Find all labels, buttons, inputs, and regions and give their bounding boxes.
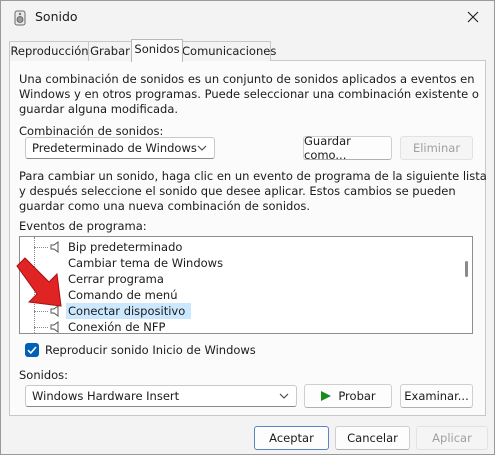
list-item[interactable]: Cerrar programa [20,271,450,287]
intro-line-1: Una combinación de sonidos es un conjunt… [19,72,475,86]
list-item-label: Bip predeterminado [68,240,183,254]
sound-select[interactable]: Windows Hardware Insert [25,385,297,407]
sounds-label: Sonidos: [19,368,69,382]
list-item[interactable]: Bip predeterminado [20,239,450,255]
speaker-icon [14,10,26,26]
list-item[interactable]: Comando de menú [20,287,450,303]
annotation-arrow-icon [16,257,62,307]
list-item-label: Cerrar programa [68,272,164,286]
chevron-down-icon [279,393,289,399]
list-scrollbar[interactable] [465,261,468,277]
play-icon [321,391,332,401]
apply-button[interactable]: Aplicar [416,426,488,450]
list-item-label: Comando de menú [68,288,178,302]
scheme-select-value: Predeterminado de Windows [32,141,197,155]
test-button-label: Probar [338,389,376,403]
speaker-icon [50,241,59,253]
close-icon [467,11,479,23]
change-line-3: guardar como una nueva combinación de so… [19,199,310,213]
change-line-1: Para cambiar un sonido, haga clic en un … [19,169,487,183]
change-line-2: y después seleccione el sonido que desee… [19,184,456,198]
startup-sound-checkbox[interactable] [25,343,39,357]
tree-branch [34,247,48,248]
speaker-icon [50,321,59,333]
list-item-label: Conexión de NFP [68,320,166,334]
intro-line-3: guardar alguna modificada. [19,102,179,116]
accept-button[interactable]: Aceptar [254,426,329,450]
events-label: Eventos de programa: [19,219,147,233]
tab-playback[interactable]: Reproducción [9,41,90,61]
list-item-label: Conectar dispositivo [66,303,192,319]
delete-button[interactable]: Eliminar [400,136,473,160]
tree-branch [34,327,48,328]
title-bar: Sonido [1,1,494,33]
list-item-selected[interactable]: Conectar dispositivo [20,303,450,319]
program-events-list[interactable]: Bip predeterminado Cambiar tema de Windo… [19,236,473,334]
checkmark-icon [27,346,37,355]
tab-communications[interactable]: Comunicaciones [181,41,276,61]
intro-line-2: Windows y en otros programas. Puede sele… [19,87,479,101]
close-button[interactable] [458,5,488,29]
tab-recording[interactable]: Grabar [88,41,132,61]
chevron-down-icon [197,145,207,151]
sound-select-value: Windows Hardware Insert [32,389,180,403]
list-item[interactable]: Conexión de NFP [20,319,450,334]
list-item-label: Cambiar tema de Windows [68,256,224,270]
list-item[interactable]: Cambiar tema de Windows [20,255,450,271]
tab-sounds[interactable]: Sonidos [131,39,183,62]
scheme-select[interactable]: Predeterminado de Windows [25,137,215,159]
startup-sound-label: Reproducir sonido Inicio de Windows [45,343,256,357]
cancel-button[interactable]: Cancelar [335,426,410,450]
save-as-button[interactable]: Guardar como... [303,134,392,162]
test-button[interactable]: Probar [304,384,392,408]
browse-button[interactable]: Examinar... [400,384,473,408]
window-title: Sonido [35,9,78,24]
sound-dialog: Sonido Reproducción Grabar Sonidos Comun… [0,0,495,455]
